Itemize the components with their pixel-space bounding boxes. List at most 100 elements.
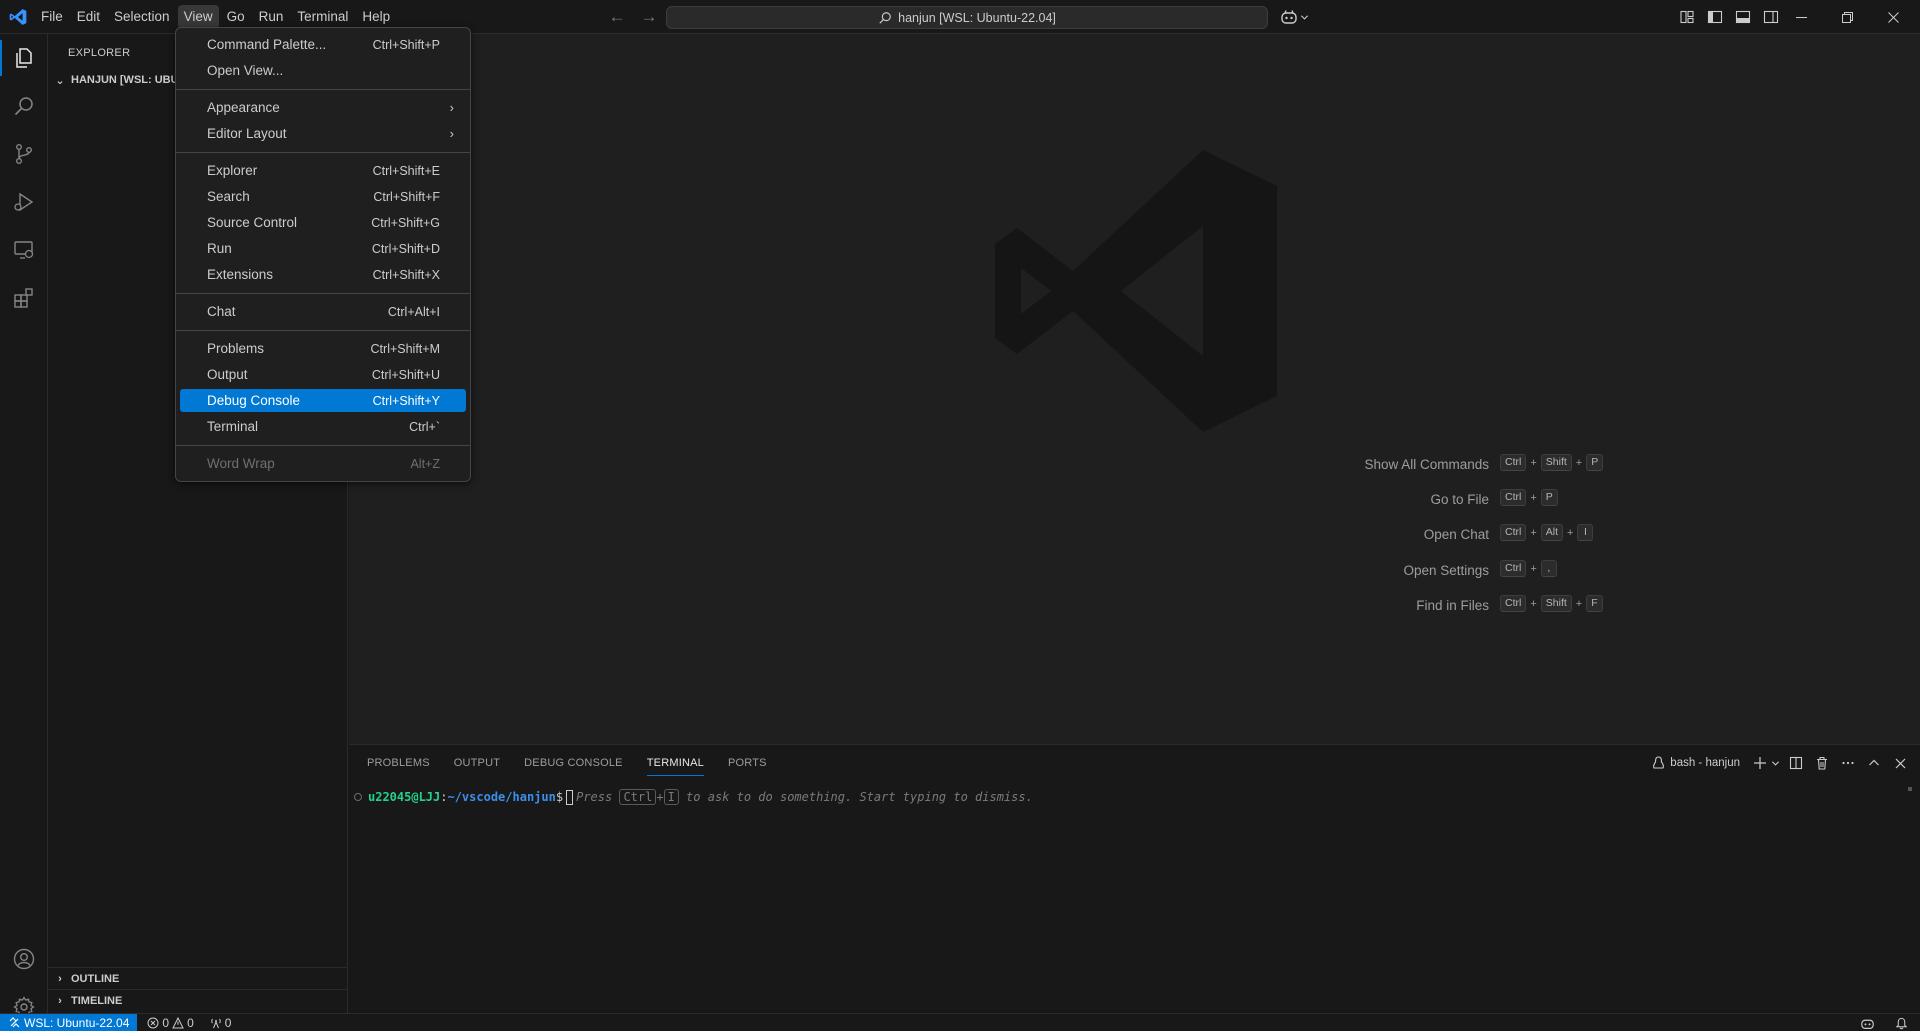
menu-item-search[interactable]: Search Ctrl+Shift+F <box>180 185 466 208</box>
copilot-status-icon[interactable] <box>1860 1017 1875 1030</box>
keycap: Shift <box>1540 595 1572 612</box>
menu-item-debug-console[interactable]: Debug Console Ctrl+Shift+Y <box>180 389 466 412</box>
close-icon[interactable] <box>1870 0 1916 34</box>
copilot-button[interactable] <box>1280 7 1312 27</box>
remote-icon <box>9 1017 20 1028</box>
shortcut-label: Show All Commands <box>1364 456 1489 472</box>
source-control-icon[interactable] <box>0 130 48 178</box>
terminal-selector[interactable]: bash - hanjun <box>1652 756 1740 770</box>
warning-icon <box>172 1016 184 1028</box>
menu-item-label: Explorer <box>207 163 258 178</box>
tab-problems[interactable]: PROBLEMS <box>367 753 430 773</box>
menu-file[interactable]: File <box>35 5 69 29</box>
menu-item-explorer[interactable]: Explorer Ctrl+Shift+E <box>180 159 466 182</box>
maximize-panel-icon[interactable] <box>1864 753 1884 773</box>
menu-item-word-wrap[interactable]: Word Wrap Alt+Z <box>180 452 466 475</box>
remote-label: WSL: Ubuntu-22.04 <box>24 1015 130 1030</box>
copilot-icon <box>1281 10 1297 24</box>
hint-key-i: I <box>663 789 679 805</box>
minimize-icon[interactable] <box>1778 0 1824 34</box>
more-actions-icon[interactable] <box>1838 753 1858 773</box>
tab-output[interactable]: OUTPUT <box>454 753 500 773</box>
menu-item-shortcut: Alt+Z <box>410 456 440 471</box>
chevron-right-icon: › <box>58 994 62 1007</box>
menu-item-problems[interactable]: Problems Ctrl+Shift+M <box>180 337 466 360</box>
menu-terminal[interactable]: Terminal <box>291 5 354 29</box>
menu-item-shortcut: Ctrl+Shift+U <box>371 367 440 382</box>
terminal-prompt-line[interactable]: u22045@LJJ : ~/vscode/hanjun $ Press Ctr… <box>354 788 1033 806</box>
menu-separator <box>176 445 470 446</box>
terminal-scrollbar[interactable] <box>1908 787 1912 791</box>
shortcut-label: Open Settings <box>1403 562 1489 578</box>
shortcut-label: Go to File <box>1430 491 1489 507</box>
editor-area: Show All Commands Ctrl + Shift + P Go to F… <box>349 34 1920 744</box>
search-icon[interactable] <box>0 82 48 130</box>
menu-item-extensions[interactable]: Extensions Ctrl+Shift+X <box>180 263 466 286</box>
close-panel-icon[interactable] <box>1890 753 1910 773</box>
keycap: Shift <box>1540 454 1572 471</box>
chevron-down-icon[interactable] <box>1770 753 1780 773</box>
menu-item-shortcut: Ctrl+Shift+F <box>373 189 440 204</box>
menu-item-output[interactable]: Output Ctrl+Shift+U <box>180 363 466 386</box>
keycap: Ctrl <box>1500 489 1527 506</box>
menu-item-label: Search <box>207 189 250 204</box>
menu-go[interactable]: Go <box>221 5 251 29</box>
toggle-primary-sidebar-icon[interactable] <box>1704 6 1726 28</box>
new-terminal-icon[interactable] <box>1750 753 1770 773</box>
extensions-icon[interactable] <box>0 274 48 322</box>
menu-item-source-control[interactable]: Source Control Ctrl+Shift+G <box>180 211 466 234</box>
accounts-icon[interactable] <box>0 935 48 983</box>
status-right-items <box>1860 1014 1908 1031</box>
menu-item-command-palette[interactable]: Command Palette... Ctrl+Shift+P <box>180 33 466 56</box>
menu-item-appearance[interactable]: Appearance › <box>180 96 466 119</box>
keycap: , <box>1540 560 1557 577</box>
menu-item-label: Extensions <box>207 267 274 282</box>
restore-icon[interactable] <box>1824 0 1870 34</box>
chevron-right-icon: › <box>449 100 454 115</box>
problems-status[interactable]: 0 0 <box>147 1016 194 1030</box>
shortcut-keys: Ctrl + Shift + P <box>1500 454 1604 471</box>
menu-item-chat[interactable]: Chat Ctrl+Alt+I <box>180 300 466 323</box>
notifications-bell-icon[interactable] <box>1895 1017 1908 1030</box>
remote-indicator[interactable]: WSL: Ubuntu-22.04 <box>0 1013 138 1031</box>
remote-explorer-icon[interactable] <box>0 226 48 274</box>
menu-run[interactable]: Run <box>253 5 290 29</box>
menu-item-label: Word Wrap <box>207 456 275 471</box>
keycap: P <box>1586 454 1604 471</box>
tab-debug-console[interactable]: DEBUG CONSOLE <box>524 753 623 773</box>
menu-item-editor-layout[interactable]: Editor Layout › <box>180 122 466 145</box>
tab-ports[interactable]: PORTS <box>728 753 767 773</box>
run-debug-icon[interactable] <box>0 178 48 226</box>
timeline-label: TIMELINE <box>71 994 123 1007</box>
forward-arrow-icon[interactable]: → <box>639 7 659 27</box>
menu-edit[interactable]: Edit <box>71 5 106 29</box>
toggle-panel-icon[interactable] <box>1732 6 1754 28</box>
window-controls <box>1778 0 1916 34</box>
timeline-section-header[interactable]: › TIMELINE <box>48 989 347 1011</box>
vscode-watermark-icon <box>995 150 1277 432</box>
keycap: Ctrl <box>1500 454 1527 471</box>
ports-status[interactable]: 0 <box>210 1016 231 1030</box>
menu-selection[interactable]: Selection <box>108 5 176 29</box>
outline-section-header[interactable]: › OUTLINE <box>48 967 347 989</box>
prompt-path: ~/vscode/hanjun <box>447 790 556 804</box>
tab-terminal[interactable]: TERMINAL <box>646 753 705 776</box>
outline-label: OUTLINE <box>71 972 120 985</box>
command-center[interactable]: hanjun [WSL: Ubuntu-22.04] <box>666 6 1268 29</box>
menu-help[interactable]: Help <box>356 5 396 29</box>
status-bar: WSL: Ubuntu-22.04 0 0 0 <box>0 1013 1920 1031</box>
key-plus: + <box>1567 526 1574 539</box>
terminal-name: bash - hanjun <box>1670 757 1740 769</box>
customize-layout-icon[interactable] <box>1676 6 1698 28</box>
trash-icon[interactable] <box>1812 753 1832 773</box>
menu-item-label: Problems <box>207 341 265 356</box>
back-arrow-icon[interactable]: ← <box>607 7 627 27</box>
shortcut-row: Show All Commands Ctrl + Shift + P <box>989 454 1604 474</box>
menu-view[interactable]: View <box>177 5 219 29</box>
key-plus: + <box>1530 526 1537 539</box>
menu-item-run[interactable]: Run Ctrl+Shift+D <box>180 237 466 260</box>
explorer-icon[interactable] <box>0 34 48 82</box>
split-terminal-icon[interactable] <box>1786 753 1806 773</box>
menu-item-open-view[interactable]: Open View... <box>180 59 466 82</box>
menu-item-terminal[interactable]: Terminal Ctrl+` <box>180 415 466 438</box>
